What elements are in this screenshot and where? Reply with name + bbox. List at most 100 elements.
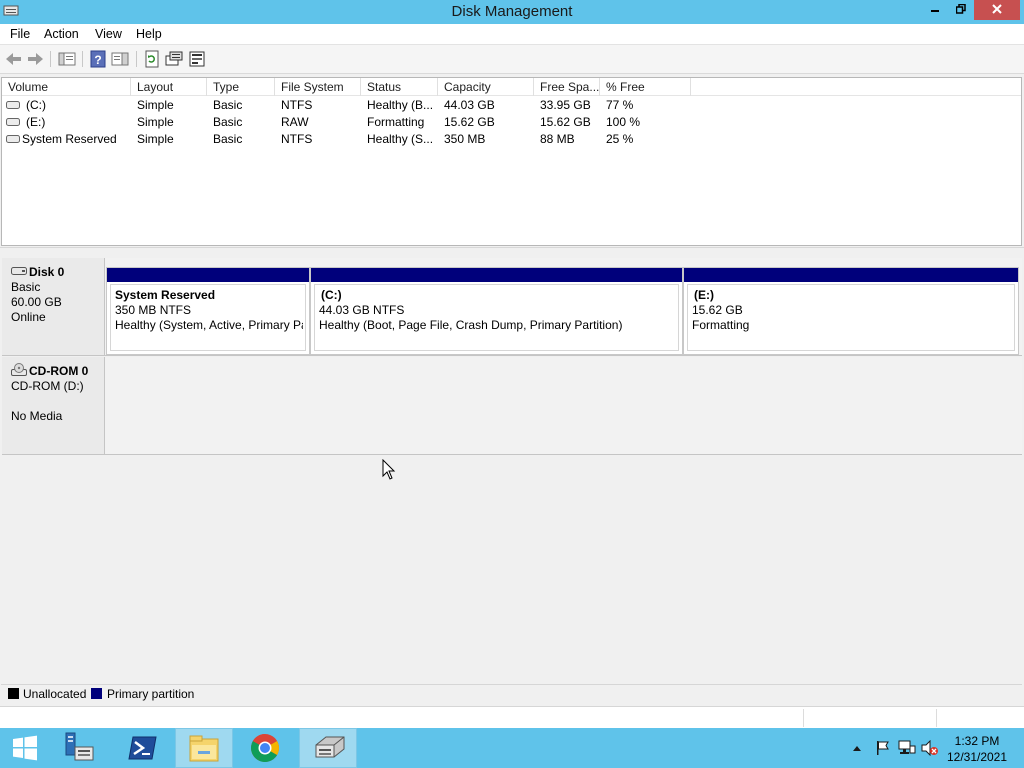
cd-drive-icon [11,363,27,376]
disk-kind: Basic [11,280,41,294]
partition-c[interactable]: (C:) 44.03 GB NTFS Healthy (Boot, Page F… [310,267,683,355]
cdrom-0-label[interactable]: CD-ROM 0 CD-ROM (D:) No Media [2,357,105,455]
partition-size: 15.62 GB [692,303,743,317]
column-free-space[interactable]: Free Spa... [540,80,599,94]
volume-name: System Reserved [22,132,117,146]
disk-properties-button[interactable] [164,49,184,69]
forward-button[interactable] [25,49,45,69]
close-icon [992,4,1002,14]
legend-unallocated: Unallocated [23,687,87,701]
restore-icon [955,3,966,14]
back-button[interactable] [4,49,24,69]
partition-size: 350 MB NTFS [115,303,192,317]
volume-row-c[interactable]: (C:) Simple Basic NTFS Healthy (B... 44.… [2,97,1021,114]
disk-0-label[interactable]: Disk 0 Basic 60.00 GB Online [2,258,105,356]
partition-body: (C:) 44.03 GB NTFS Healthy (Boot, Page F… [314,284,679,351]
volume-type: Basic [213,98,243,112]
powershell-button[interactable] [115,728,173,768]
volume-layout: Simple [137,98,174,112]
server-manager-icon [65,732,94,761]
column-capacity[interactable]: Capacity [444,80,491,94]
disk-properties-icon [165,51,183,66]
action-center-flag-icon[interactable] [875,740,891,756]
volume-name: (C:) [26,98,46,112]
chrome-button[interactable] [237,728,295,768]
menu-help[interactable]: Help [136,27,162,41]
menu-action[interactable]: Action [44,27,79,41]
properties-pane-icon [111,52,129,66]
clock-time: 1:32 PM [954,734,1000,748]
column-divider[interactable] [360,78,361,96]
menu-file[interactable]: File [10,27,30,41]
help-icon: ? [90,50,106,68]
disk-size: 60.00 GB [11,295,62,309]
file-explorer-button[interactable] [175,728,233,768]
primary-partition-bar [684,268,1018,282]
column-layout[interactable]: Layout [137,80,173,94]
network-icon[interactable] [898,740,916,756]
properties-pane-button[interactable] [110,49,130,69]
start-button[interactable] [0,728,50,768]
partition-body: System Reserved 350 MB NTFS Healthy (Sys… [110,284,306,351]
column-volume[interactable]: Volume [8,80,48,94]
disk-map-pane: Disk 0 Basic 60.00 GB Online System Rese… [1,253,1022,681]
cdrom-0-area[interactable] [105,357,1022,455]
column-divider[interactable] [274,78,275,96]
column-file-system[interactable]: File System [281,80,344,94]
volume-fs: RAW [281,115,309,129]
restore-button[interactable] [948,0,974,20]
start-icon [13,735,37,761]
help-button[interactable]: ? [88,49,108,69]
column-divider[interactable] [130,78,131,96]
disk-state: Online [11,310,46,324]
column-type[interactable]: Type [213,80,239,94]
primary-partition-bar [311,268,682,282]
disk-management-taskbar-icon [315,736,345,758]
partition-title: System Reserved [115,288,216,302]
partition-status: Healthy (Boot, Page File, Crash Dump, Pr… [319,318,623,332]
minimize-button[interactable] [921,0,948,20]
column-divider[interactable] [437,78,438,96]
column-status[interactable]: Status [367,80,401,94]
volume-status: Healthy (S... [367,132,434,146]
partition-system-reserved[interactable]: System Reserved 350 MB NTFS Healthy (Sys… [106,267,310,355]
console-tree-button[interactable] [57,49,77,69]
server-manager-button[interactable] [53,728,111,768]
column-percent-free[interactable]: % Free [606,80,645,94]
volume-row-system-reserved[interactable]: System Reserved Simple Basic NTFS Health… [2,131,1021,148]
disk-management-taskbar-button[interactable] [299,728,357,768]
drive-icon [6,101,20,109]
volume-muted-icon[interactable] [921,740,939,756]
volume-free: 15.62 GB [540,115,591,129]
drive-icon [6,118,20,126]
show-hide-console-tree-icon [58,52,76,66]
close-button[interactable] [974,0,1020,20]
legend-bar: Unallocated Primary partition [1,684,1022,702]
volume-fs: NTFS [281,132,313,146]
column-divider[interactable] [690,78,691,96]
mouse-cursor-icon [382,459,396,480]
partition-title: (E:) [694,288,714,302]
refresh-button[interactable] [142,49,162,69]
partition-e[interactable]: (E:) 15.62 GB Formatting [683,267,1019,355]
volume-layout: Simple [137,115,174,129]
menu-view[interactable]: View [95,27,122,41]
svg-text:?: ? [94,53,101,67]
menu-bar: File Action View Help [0,24,1024,45]
column-divider[interactable] [599,78,600,96]
volume-type: Basic [213,115,243,129]
volume-capacity: 15.62 GB [444,115,495,129]
volume-row-e[interactable]: (E:) Simple Basic RAW Formatting 15.62 G… [2,114,1021,131]
column-divider[interactable] [533,78,534,96]
rescan-disks-button[interactable] [187,49,207,69]
show-hidden-icons-icon[interactable] [852,744,862,752]
disk-name: Disk 0 [29,265,65,279]
system-clock[interactable]: 1:32 PM 12/31/2021 [942,733,1012,765]
column-divider[interactable] [206,78,207,96]
drive-icon [6,135,20,143]
hard-disk-icon [11,267,27,275]
chrome-icon [251,734,279,762]
rescan-disks-icon [189,51,205,67]
volume-free: 33.95 GB [540,98,591,112]
volume-list: Volume Layout Type File System Status Ca… [1,77,1022,246]
